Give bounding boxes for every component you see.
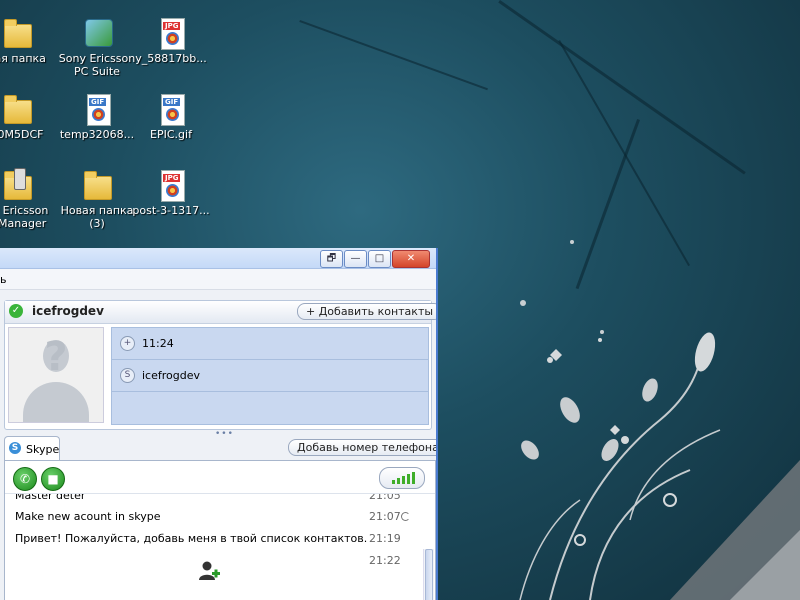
desktop-icon-label: y_58817bb...	[135, 52, 207, 65]
folder-icon	[0, 92, 34, 126]
chat-message: Привет! Пожалуйста, добавь меня в твой с…	[15, 532, 368, 545]
message-time: 21:05	[369, 493, 401, 502]
folder-icon	[80, 168, 114, 202]
menu-item-help[interactable]: ь	[0, 273, 6, 286]
gif-file-icon: GIF	[80, 92, 114, 126]
wallpaper-dot	[570, 240, 574, 244]
skype-window: 🗗 — □ ✕ ь ✓ icefrogdev + Добавить контак…	[0, 248, 438, 600]
chat-message: Master deter	[15, 493, 86, 502]
wallpaper-scratch	[299, 20, 488, 91]
skype-name-row: S icefrogdev	[112, 360, 428, 392]
user-profile-panel: ✓ icefrogdev + Добавить контакты ? + 11:…	[4, 300, 436, 430]
tab-label: Skype	[26, 443, 60, 456]
wallpaper-dot	[600, 330, 604, 334]
message-time: 21:19	[369, 532, 401, 545]
jpg-file-icon: JPG	[154, 168, 188, 202]
call-quality-button[interactable]	[379, 467, 425, 489]
skype-logo-icon: S	[120, 368, 135, 383]
profile-info: + 11:24 S icefrogdev	[111, 327, 429, 425]
profile-header: ✓ icefrogdev + Добавить контакты	[5, 301, 436, 324]
desktop-icon-jpg-file[interactable]: JPG y_58817bb...	[126, 16, 216, 65]
tab-bar: S Skype Добавь номер телефона	[0, 434, 436, 461]
local-time-row: + 11:24	[112, 328, 428, 360]
wallpaper-scratch	[575, 118, 640, 290]
desktop-icon-label: EPIC.gif	[150, 128, 192, 141]
chat-scrollbar[interactable]	[423, 549, 434, 600]
add-phone-number-button[interactable]: Добавь номер телефона	[288, 439, 436, 456]
skype-logo-icon: S	[9, 442, 21, 454]
desktop-icon-label: PC Suite	[74, 65, 120, 78]
skype-name: icefrogdev	[142, 369, 200, 382]
folder-icon	[0, 16, 34, 50]
chat-message: Make new acount in skype	[15, 510, 161, 523]
avatar[interactable]: ?	[8, 327, 104, 423]
jpg-file-icon: JPG	[154, 16, 188, 50]
restore-button[interactable]: 🗗	[320, 250, 343, 268]
desktop-icon-label: (3)	[89, 217, 105, 230]
clock-icon: +	[120, 336, 135, 351]
phone-folder-icon	[0, 168, 34, 202]
wallpaper-flower-art	[519, 332, 800, 600]
local-time: 11:24	[142, 337, 174, 350]
pending-icon	[401, 512, 410, 521]
wallpaper-dot	[520, 300, 526, 306]
add-contacts-button[interactable]: + Добавить контакты	[297, 303, 436, 320]
add-contact-icon[interactable]	[198, 560, 220, 582]
video-call-button[interactable]: ■	[41, 467, 65, 491]
menu-bar: ь	[0, 269, 436, 290]
desktop-icon-label: post-3-1317...	[132, 204, 210, 217]
minimize-button[interactable]: —	[344, 250, 367, 268]
call-button[interactable]: ✆	[13, 467, 37, 491]
close-button[interactable]: ✕	[392, 250, 430, 268]
message-time: 21:22	[369, 554, 401, 567]
unknown-avatar-icon: ?	[44, 334, 68, 380]
desktop-icon-epic-gif[interactable]: GIF EPIC.gif	[126, 92, 216, 141]
scrollbar-thumb[interactable]	[425, 549, 433, 600]
message-history[interactable]: Master deter 21:05 Make new acount in sk…	[5, 493, 435, 600]
chat-area: ✆ ■ Master deter 21:05 Make new acount i…	[4, 460, 436, 600]
message-time: 21:07	[369, 510, 401, 523]
tab-skype[interactable]: S Skype	[4, 436, 60, 461]
gif-file-icon: GIF	[154, 92, 188, 126]
online-status-icon[interactable]: ✓	[9, 304, 23, 318]
maximize-button[interactable]: □	[368, 250, 391, 268]
profile-username: icefrogdev	[32, 304, 104, 318]
desktop-icon-post-jpg[interactable]: JPG post-3-1317...	[126, 168, 216, 217]
pc-suite-icon	[80, 16, 114, 50]
window-titlebar[interactable]: 🗗 — □ ✕	[0, 248, 436, 269]
